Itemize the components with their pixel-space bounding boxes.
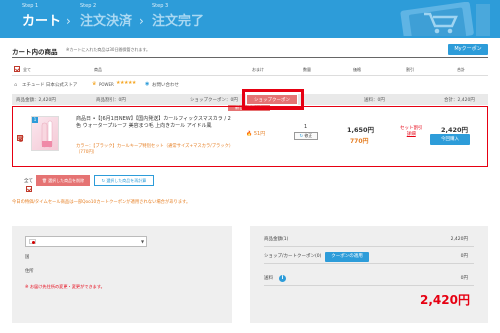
totals-coupon-label: ショップ/カートクーポン(0) — [264, 254, 322, 259]
address-label: 住所 — [25, 269, 34, 274]
step-chevron-icon: › — [66, 14, 71, 28]
recalculate-selected-label: 選択した商品を再計算 — [106, 178, 147, 183]
quantity-modify-label: 修正 — [304, 133, 313, 138]
step-complete: Step 3 注文完了 — [152, 3, 205, 29]
item-price-option: 770円 — [350, 138, 369, 145]
summary-shipping: 送料：0円 — [364, 98, 385, 103]
summary-shop-coupon: ショップクーポン：0円 — [190, 98, 238, 103]
item-price-original: 1,650円 — [347, 126, 375, 134]
country-label: 国 — [25, 255, 30, 260]
totals-product-value: 2,420円 — [450, 237, 468, 242]
step-cart: Step 1 カート — [22, 3, 62, 29]
column-price: 価格 — [353, 67, 361, 72]
select-all-bottom-checkbox[interactable] — [26, 186, 33, 192]
store-name[interactable]: エチュード 日本公式ストア — [22, 82, 77, 88]
totals-product-row: 商品金額(1) 2,420円 — [264, 233, 474, 247]
contact-icon: ◉ — [145, 81, 150, 87]
chevron-down-icon: ▼ — [141, 239, 145, 244]
points-value: 51円 — [253, 131, 266, 137]
summary-product-discount: 商品割引：0円 — [96, 98, 126, 103]
store-icon: ⌂ — [14, 82, 18, 88]
refresh-icon: ↻ — [101, 178, 106, 183]
thumbnail-index-badge: 1 — [32, 117, 38, 123]
set-discount[interactable]: セット割引 詳細 — [400, 126, 423, 138]
totals-coupon-value: 0円 — [460, 254, 468, 259]
info-icon[interactable]: i — [279, 275, 286, 282]
totals-shipping-label: 送料 — [264, 276, 273, 281]
select-all-checkbox[interactable] — [14, 66, 20, 72]
column-total: 合計 — [457, 67, 465, 72]
apply-coupon-button[interactable]: クーポンの適用 — [325, 252, 369, 262]
totals-coupon-row: ショップ/カートクーポン(0) 0円 — [264, 250, 474, 264]
buy-now-button[interactable]: 今回購入 — [430, 134, 470, 145]
column-all: 全て — [23, 67, 31, 72]
contact-link[interactable]: お問い合わせ — [152, 82, 179, 88]
highlight-annotation-box — [242, 89, 304, 110]
totals-product-label: 商品金額(1) — [264, 237, 289, 242]
column-discount: 割引 — [406, 67, 414, 72]
item-total: 2,420円 — [441, 126, 469, 134]
points-badge: 🔥 51円 — [246, 130, 265, 137]
cart-table-header: 全て 商品 おまけ 数量 価格 割引 合計 — [12, 63, 488, 76]
refresh-icon: ↻ — [299, 133, 304, 138]
recalculate-selected-button[interactable]: ↻ 選択した商品を再計算 — [94, 175, 154, 186]
totals-shipping-row: 送料 0円 — [264, 272, 474, 286]
item-quantity: 1 — [304, 124, 308, 130]
step-chevron-icon: › — [139, 14, 144, 28]
cart-illustration-icon — [400, 2, 490, 36]
delete-selected-label: 選択した商品を削除 — [48, 178, 85, 183]
trash-icon: 🗑 — [41, 178, 47, 183]
cart-subnote: ※カートに入れた商品は30日間保管されます。 — [66, 47, 151, 52]
column-qty: 数量 — [303, 67, 311, 72]
set-discount-label: セット割引 — [400, 126, 423, 131]
step-payment: Step 2 注文決済 — [80, 3, 133, 29]
power-label: POWER — [99, 82, 114, 87]
column-product: 商品 — [94, 67, 102, 72]
point-coin-icon: 🔥 — [246, 131, 253, 137]
totals-shipping-value: 0円 — [460, 276, 468, 281]
grand-total: 2,420円 — [420, 293, 470, 307]
checkout-steps-header: Step 1 カート › Step 2 注文決済 › Step 3 注文完了 — [0, 0, 500, 38]
quantity-modify-button[interactable]: ↻ 修正 — [294, 132, 318, 140]
crown-icon: ♛ — [92, 81, 97, 87]
set-discount-detail[interactable]: 詳細 — [407, 132, 416, 137]
summary-total: 合計：2,420円 — [444, 98, 475, 103]
trash-icon[interactable]: 🗑 — [17, 136, 25, 143]
country-select[interactable] — [25, 236, 147, 247]
delete-selected-button[interactable]: 🗑 選択した商品を削除 — [36, 175, 90, 186]
summary-product-price: 商品金額：2,420円 — [16, 98, 56, 103]
divider — [12, 57, 488, 58]
japan-flag-icon — [29, 239, 36, 244]
address-change-note: ※ お届け先住所の変更・変更ができます。 — [25, 284, 105, 289]
my-coupon-button[interactable]: Myクーポン — [448, 44, 488, 55]
column-bonus: おまけ — [252, 67, 264, 72]
coupon-notice: 今日の特価/タイムセール商品は一部Qoo10カートクーポンが適用されない場合があ… — [12, 200, 191, 205]
power-stars: ★★★★★ — [116, 80, 136, 86]
product-option: カラー：【ブラック】カールキープ特別セット（通常サイズ+マスカラ/ブラック）（7… — [76, 144, 232, 155]
product-title[interactable]: 商品日 •【[6月1日NEW】【国内発送】カールフィックスマスカラ / 2色 ウ… — [76, 116, 232, 129]
cart-title: カート内の商品 — [12, 48, 58, 56]
select-all-bottom-label: 全て — [24, 179, 33, 184]
